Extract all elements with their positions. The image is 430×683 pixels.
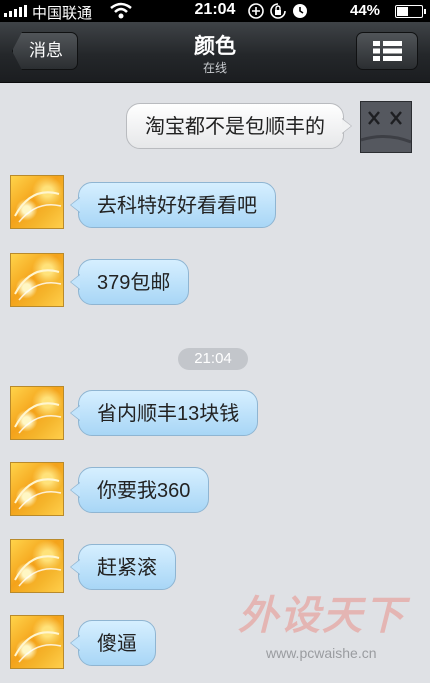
watermark-logo: 外设天下	[238, 594, 406, 638]
message-row-incoming	[10, 462, 64, 516]
avatar-image	[14, 269, 62, 301]
contact-avatar[interactable]	[10, 615, 64, 669]
message-bubble-outgoing[interactable]: 淘宝都不是包顺丰的	[126, 103, 352, 149]
contact-avatar[interactable]	[10, 462, 64, 516]
battery-percent: 44%	[350, 2, 381, 19]
message-row-incoming	[10, 615, 64, 669]
message-bubble-incoming[interactable]: 赶紧滚	[70, 544, 176, 590]
watermark: 外设天下 www.pcwaishe.cn	[238, 583, 406, 661]
contact-avatar[interactable]	[10, 539, 64, 593]
status-bar: 中国联通 21:04 44%	[0, 0, 430, 22]
message-row-incoming	[10, 175, 64, 229]
rotation-lock-icon	[270, 3, 286, 19]
message-bubble-incoming[interactable]: 379包邮	[69, 259, 190, 305]
contact-avatar[interactable]	[10, 386, 64, 440]
avatar-image	[14, 631, 62, 663]
message-row-incoming	[10, 253, 64, 307]
my-avatar[interactable]	[360, 101, 412, 153]
message-timestamp: 21:04	[178, 348, 248, 370]
avatar-image	[14, 555, 62, 587]
message-bubble-incoming[interactable]: 省内顺丰13块钱	[69, 390, 259, 436]
avatar-image	[14, 191, 62, 223]
message-row-incoming	[10, 539, 64, 593]
message-bubble-incoming[interactable]: 你要我360	[69, 467, 210, 513]
menu-button[interactable]	[356, 32, 418, 70]
avatar-image	[14, 402, 62, 434]
battery-icon	[395, 5, 426, 18]
watermark-url: www.pcwaishe.cn	[266, 645, 377, 661]
list-menu-icon	[373, 41, 402, 61]
location-icon	[248, 3, 264, 19]
message-bubble-incoming[interactable]: 去科特好好看看吧	[70, 182, 276, 228]
avatar-image	[360, 102, 412, 152]
message-row-incoming	[10, 386, 64, 440]
alarm-icon	[293, 4, 307, 18]
contact-avatar[interactable]	[10, 253, 64, 307]
navigation-bar: 消息 颜色 在线	[0, 22, 430, 83]
avatar-image	[14, 478, 62, 510]
message-bubble-incoming[interactable]: 傻逼	[70, 620, 156, 666]
contact-avatar[interactable]	[10, 175, 64, 229]
